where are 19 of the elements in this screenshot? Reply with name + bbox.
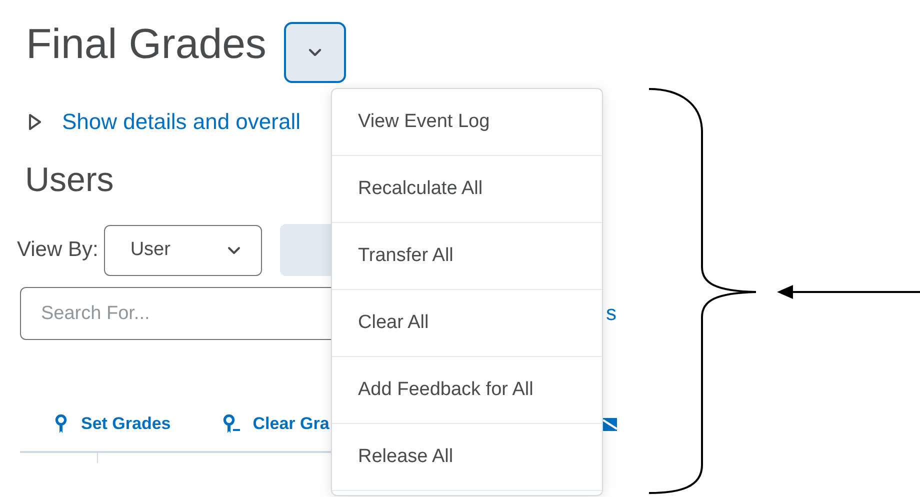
menu-item[interactable]: View Event Log bbox=[332, 89, 602, 156]
menu-item[interactable]: Recalculate All bbox=[332, 156, 602, 223]
chevron-down-icon bbox=[227, 246, 242, 254]
view-by-select[interactable]: User bbox=[104, 224, 262, 276]
toolbar-button[interactable]: Set Grades bbox=[55, 414, 171, 434]
menu-item[interactable]: Release All bbox=[332, 424, 602, 491]
menu-item[interactable]: Transfer All bbox=[332, 223, 602, 290]
chevron-down-icon bbox=[308, 48, 322, 56]
menu-item[interactable]: Clear All bbox=[332, 290, 602, 357]
view-by-label: View By: bbox=[17, 238, 98, 262]
toolbar-button[interactable]: Clear Gra bbox=[222, 414, 330, 434]
details-link[interactable]: Show details and overall bbox=[62, 109, 300, 135]
section-title: Users bbox=[25, 160, 114, 201]
ribbon-minus-icon bbox=[222, 414, 241, 434]
menu-item[interactable]: Add Feedback for All bbox=[332, 357, 602, 424]
menu-button[interactable] bbox=[284, 22, 346, 82]
ribbon-icon bbox=[55, 414, 67, 434]
page-title: Final Grades bbox=[26, 19, 266, 69]
options-link[interactable]: s bbox=[606, 302, 616, 326]
